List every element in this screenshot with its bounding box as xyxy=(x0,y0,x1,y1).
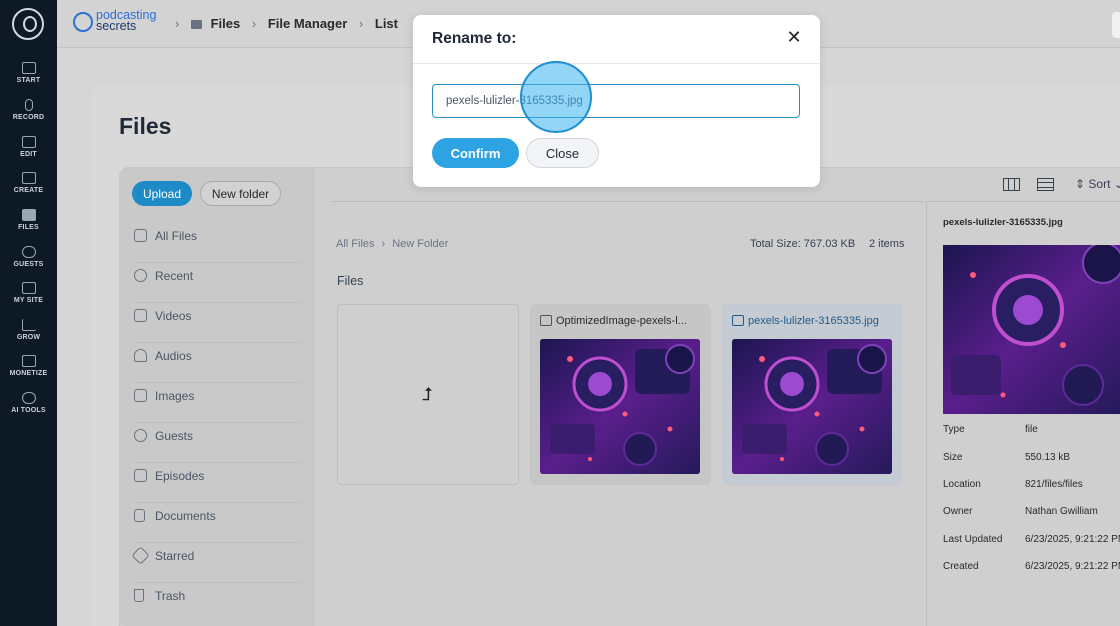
rail-item-files[interactable]: FILES xyxy=(0,209,57,231)
rail-item-record[interactable]: RECORD xyxy=(0,99,57,121)
sidebar-item-documents[interactable]: Documents xyxy=(133,503,301,543)
brand-line-2: secrets xyxy=(96,19,137,33)
chart-icon xyxy=(21,319,36,331)
sidebar-item-guests[interactable]: Guests xyxy=(133,423,301,463)
rail-item-monetize[interactable]: MONETIZE xyxy=(0,355,57,377)
chevron-right-icon: › xyxy=(381,238,386,250)
parent-folder-tile[interactable]: ⮥ xyxy=(337,304,519,485)
guests-icon xyxy=(21,246,36,258)
app-logo-icon[interactable] xyxy=(12,8,44,40)
mic-icon xyxy=(24,99,33,111)
file-tile[interactable]: OptimizedImage-pexels-l... xyxy=(530,304,711,485)
level-up-icon: ⮥ xyxy=(422,384,433,404)
breadcrumb: › Files › File Manager › List xyxy=(167,16,398,31)
dialog-title: Rename to: xyxy=(432,30,517,47)
image-icon xyxy=(732,315,744,326)
sidebar-item-starred[interactable]: Starred xyxy=(131,543,301,583)
file-tile-selected[interactable]: pexels-lulizler-3165335.jpg xyxy=(722,304,903,485)
rename-dialog: Rename to: ✕ Confirm Close xyxy=(413,15,820,187)
chevron-right-icon: › xyxy=(175,16,180,31)
document-icon xyxy=(134,509,145,522)
chevron-down-icon: ⌄ xyxy=(1113,177,1120,191)
file-thumbnail xyxy=(540,339,700,474)
chevron-right-icon: › xyxy=(251,16,257,31)
breadcrumb-list: List xyxy=(374,16,398,31)
rail-item-my-site[interactable]: MY SITE xyxy=(0,282,57,304)
sidebar-item-audios[interactable]: Audios xyxy=(133,343,301,383)
item-count: 2 items xyxy=(869,238,905,250)
files-heading: Files xyxy=(337,274,364,288)
list-view-icon[interactable] xyxy=(1037,178,1054,191)
divider xyxy=(926,201,927,626)
divider xyxy=(331,201,1120,202)
folder-icon xyxy=(190,20,202,29)
star-icon xyxy=(131,546,150,565)
sidebar-item-trash[interactable]: Trash xyxy=(133,583,301,623)
brand-mark-icon xyxy=(73,12,93,32)
site-icon xyxy=(21,282,36,294)
edit-icon xyxy=(21,136,36,148)
path-new-folder: New Folder xyxy=(392,238,449,250)
path-all-files[interactable]: All Files xyxy=(336,238,375,250)
page-title: Files xyxy=(119,113,172,139)
new-folder-button[interactable]: New folder xyxy=(200,181,281,206)
rail-item-ai-tools[interactable]: AI TOOLS xyxy=(0,392,57,414)
clock-icon xyxy=(134,269,147,282)
rail-item-grow[interactable]: GROW xyxy=(0,319,57,341)
sort-button[interactable]: ⇕ Sort ⌄ xyxy=(1075,177,1120,191)
folder-icon xyxy=(134,229,147,242)
sidebar-item-recent[interactable]: Recent xyxy=(133,263,301,303)
file-thumbnail xyxy=(732,339,892,474)
grid-view-icon[interactable] xyxy=(1003,178,1020,191)
trash-icon xyxy=(134,589,144,602)
click-indicator xyxy=(520,61,592,133)
sort-icon: ⇕ xyxy=(1075,177,1086,191)
rail-item-create[interactable]: CREATE xyxy=(0,172,57,194)
sidebar-item-episodes[interactable]: Episodes xyxy=(133,463,301,503)
folder-icon xyxy=(21,209,36,221)
file-tile-name: pexels-lulizler-3165335.jpg xyxy=(748,315,879,327)
profile-chip[interactable] xyxy=(1112,12,1120,38)
rename-input[interactable] xyxy=(432,84,800,118)
close-button[interactable]: Close xyxy=(526,138,599,168)
music-icon xyxy=(134,349,147,362)
divider xyxy=(413,63,820,64)
folder-path: All Files › New Folder xyxy=(336,238,448,250)
home-icon xyxy=(21,62,36,74)
create-icon xyxy=(21,172,36,184)
image-icon xyxy=(540,315,552,326)
preview-image xyxy=(943,245,1120,414)
sidebar-item-videos[interactable]: Videos xyxy=(133,303,301,343)
episode-icon xyxy=(134,469,147,482)
guests-icon xyxy=(134,429,147,442)
preview-filename: pexels-lulizler-3165335.jpg xyxy=(943,217,1063,228)
video-icon xyxy=(134,309,147,322)
file-tile-name: OptimizedImage-pexels-l... xyxy=(556,315,687,327)
sidebar-item-images[interactable]: Images xyxy=(133,383,301,423)
rail-item-edit[interactable]: EDIT xyxy=(0,136,57,158)
sidebar-item-all-files[interactable]: All Files xyxy=(133,223,301,263)
image-icon xyxy=(134,389,147,402)
breadcrumb-files[interactable]: Files xyxy=(211,16,241,31)
confirm-button[interactable]: Confirm xyxy=(432,138,519,168)
money-icon xyxy=(21,355,36,367)
breadcrumb-file-manager[interactable]: File Manager xyxy=(268,16,347,31)
rail-item-start[interactable]: START xyxy=(0,62,57,84)
rail-item-guests[interactable]: GUESTS xyxy=(0,246,57,268)
ai-icon xyxy=(21,392,36,404)
chevron-right-icon: › xyxy=(358,16,364,31)
total-size: Total Size: 767.03 KB xyxy=(750,238,856,250)
close-icon[interactable]: ✕ xyxy=(785,29,803,47)
upload-button[interactable]: Upload xyxy=(132,181,192,206)
app-rail: START RECORD EDIT CREATE FILES GUESTS MY… xyxy=(0,0,57,626)
